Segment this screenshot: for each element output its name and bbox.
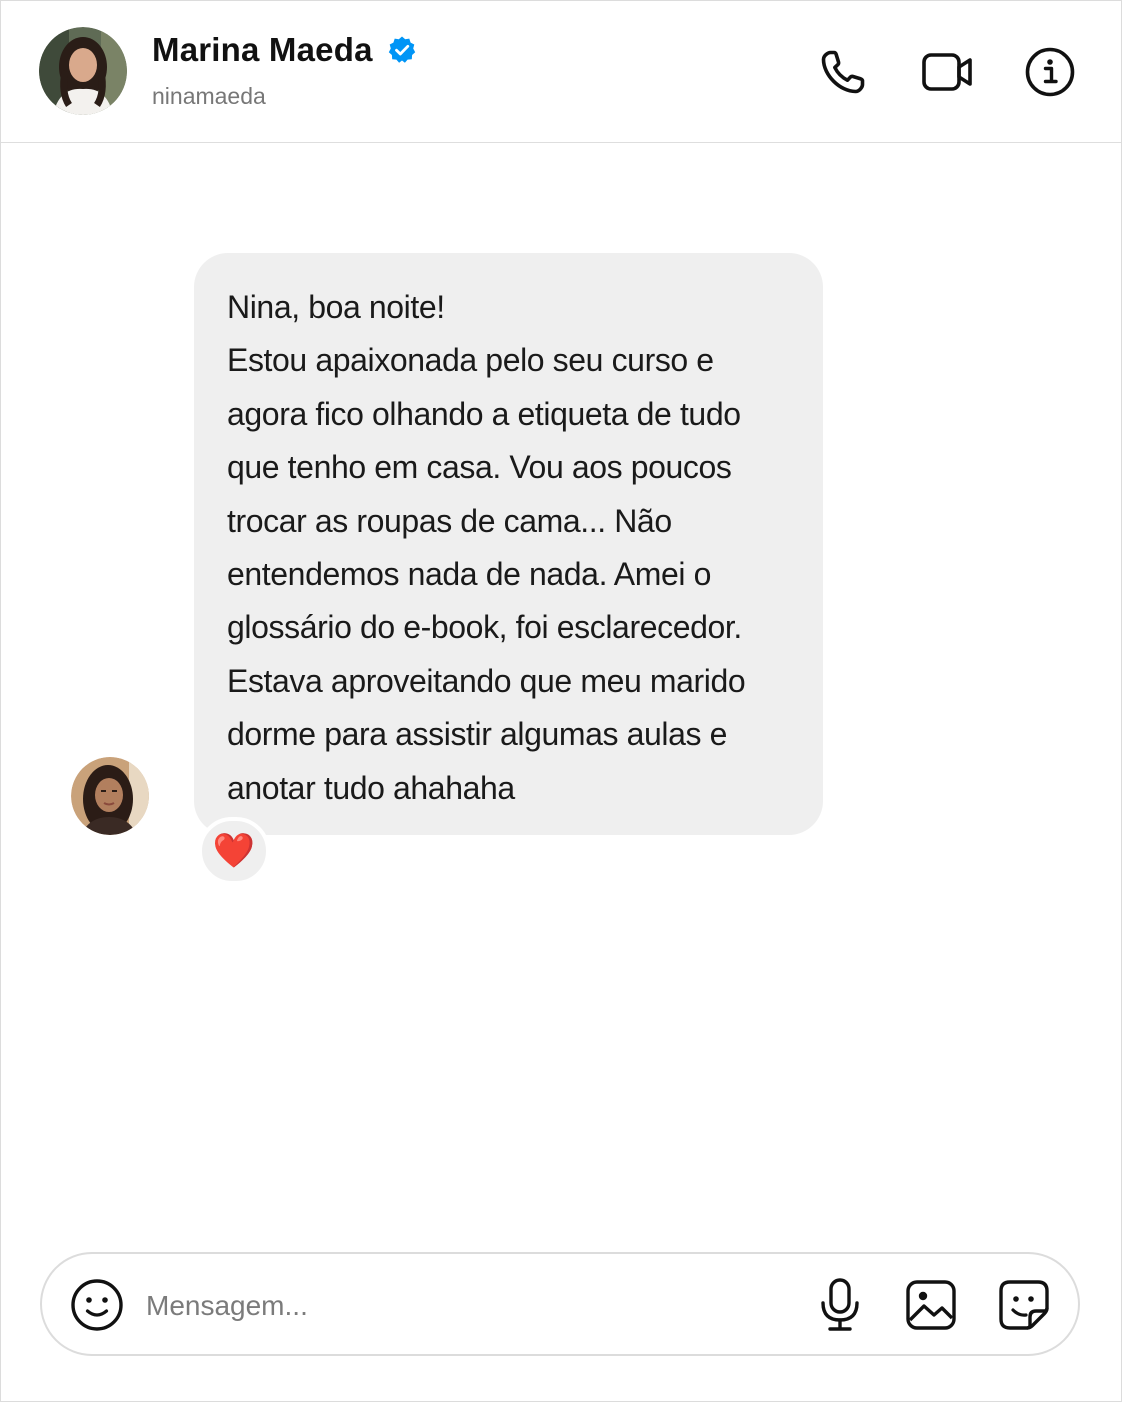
message-bubble[interactable]: Nina, boa noite! Estou apaixonada pelo s…: [194, 253, 823, 835]
contact-name[interactable]: Marina Maeda: [152, 31, 373, 69]
chat-window: Marina Maeda ninamaeda Nina, boa noite! …: [0, 0, 1122, 1402]
video-camera-icon[interactable]: [920, 45, 976, 99]
image-icon[interactable]: [903, 1277, 959, 1333]
message-input[interactable]: [146, 1281, 766, 1331]
sender-avatar[interactable]: [71, 757, 149, 835]
heart-reaction[interactable]: ❤️: [198, 817, 270, 885]
sticker-icon[interactable]: [996, 1277, 1052, 1333]
chat-header: Marina Maeda ninamaeda: [1, 1, 1121, 143]
phone-icon[interactable]: [816, 45, 870, 99]
contact-avatar-image: [39, 27, 127, 115]
contact-name-row: Marina Maeda: [152, 31, 417, 69]
contact-avatar[interactable]: [39, 27, 127, 115]
verified-badge-icon: [387, 35, 417, 65]
contact-username: ninamaeda: [152, 83, 266, 109]
message-text: Nina, boa noite! Estou apaixonada pelo s…: [227, 289, 746, 806]
emoji-icon[interactable]: [69, 1277, 125, 1333]
sender-avatar-image: [71, 757, 149, 835]
microphone-icon[interactable]: [816, 1277, 864, 1333]
info-icon[interactable]: [1023, 45, 1077, 99]
